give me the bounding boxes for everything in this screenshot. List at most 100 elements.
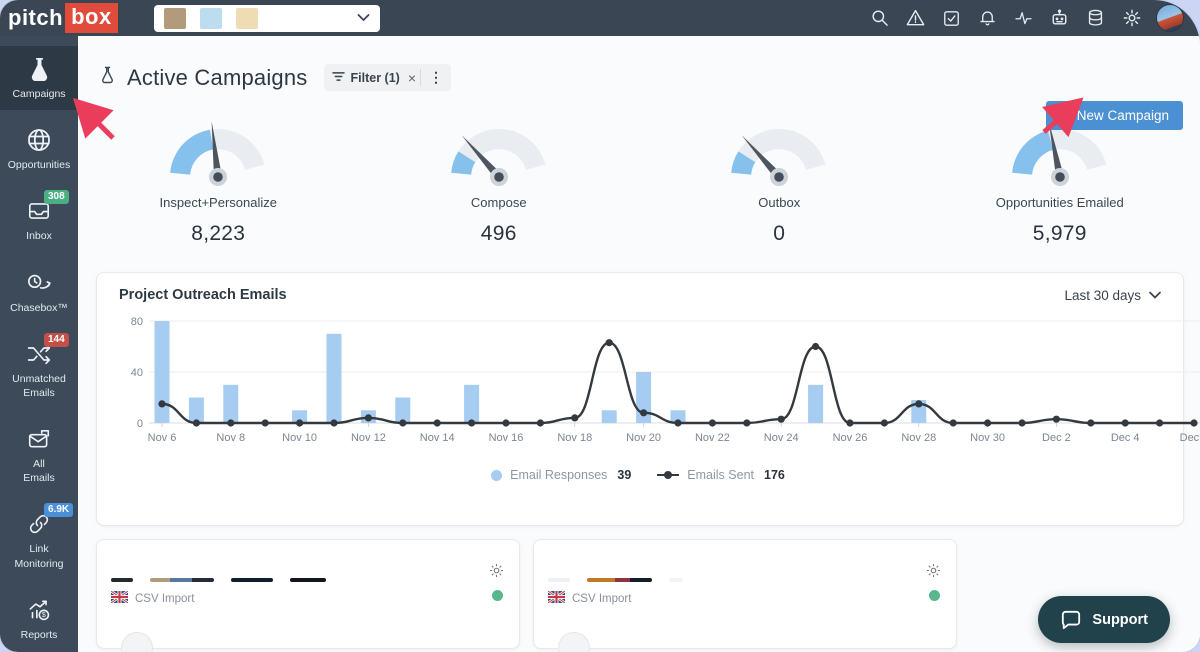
redacted-text-bar <box>231 578 273 582</box>
campaign-avatar-placeholder <box>558 632 590 652</box>
card-settings-gear-icon[interactable] <box>925 562 942 584</box>
sidebar-item-label: LinkMonitoring <box>14 542 63 570</box>
filter-chip: Filter (1) × ⋮ <box>324 64 452 91</box>
campaign-card[interactable]: CSV Import <box>96 539 520 649</box>
bell-icon[interactable] <box>977 8 998 29</box>
gauge-inspect-personalize: Inspect+Personalize 8,223 <box>78 113 359 246</box>
uk-flag-icon <box>548 591 565 606</box>
sidebar-item-reports[interactable]: $Reports <box>0 587 78 651</box>
chart-title: Project Outreach Emails <box>119 287 287 303</box>
gauge-label: Outbox <box>758 195 800 210</box>
checkbox-icon[interactable] <box>941 8 962 29</box>
gauge-label: Opportunities Emailed <box>996 195 1124 210</box>
new-campaign-button[interactable]: + New Campaign <box>1046 101 1183 130</box>
filter-clear-button[interactable]: × <box>408 70 420 86</box>
redacted-text-bar <box>111 578 133 582</box>
user-avatar[interactable] <box>1156 4 1184 32</box>
sidebar-item-campaigns[interactable]: Campaigns <box>0 46 78 110</box>
chevron-down-icon <box>1149 291 1161 299</box>
svg-text:Nov 28: Nov 28 <box>901 432 936 444</box>
campaign-avatar-placeholder <box>121 632 153 652</box>
gear-icon[interactable] <box>1121 8 1142 29</box>
gauge-value: 0 <box>773 222 785 246</box>
gauge-dial <box>714 113 844 189</box>
inbox-icon: 308 <box>24 197 54 225</box>
filter-icon <box>332 71 345 85</box>
redacted-segment <box>170 578 192 582</box>
date-range-label: Last 30 days <box>1064 288 1141 303</box>
chasebox-icon <box>24 269 54 297</box>
card-settings-gear-icon[interactable] <box>488 562 505 584</box>
svg-text:Nov 8: Nov 8 <box>216 432 245 444</box>
support-button[interactable]: Support <box>1038 596 1170 643</box>
redacted-segment <box>630 578 652 582</box>
bot-icon[interactable] <box>1049 8 1070 29</box>
gauges-row: Inspect+Personalize 8,223 Compose496 Outb… <box>78 113 1200 246</box>
pitchbox-logo: pitch box <box>8 3 118 33</box>
gauge-compose: Compose496 <box>359 113 640 246</box>
sidebar-item-label: Chasebox™ <box>10 301 68 315</box>
campaign-status-dot <box>492 590 503 601</box>
plus-icon: + <box>1060 105 1070 125</box>
redacted-segment <box>111 578 133 582</box>
workspace-selector[interactable] <box>154 5 380 32</box>
legend-line-marker <box>657 470 679 480</box>
main-content: Active Campaigns Filter (1) × ⋮ + New Ca… <box>78 36 1200 652</box>
gauge-outbox: Outbox 0 <box>639 113 920 246</box>
sidebar-item-unmatched-emails[interactable]: 144UnmatchedEmails <box>0 331 78 409</box>
gauge-label: Inspect+Personalize <box>160 195 277 210</box>
sidebar-item-link-monitoring[interactable]: 6.9K LinkMonitoring <box>0 501 78 579</box>
new-campaign-label: New Campaign <box>1077 108 1169 123</box>
redacted-text-bar <box>669 578 683 582</box>
redacted-segment <box>231 578 273 582</box>
svg-text:Nov 12: Nov 12 <box>351 432 386 444</box>
alert-triangle-icon[interactable] <box>905 8 926 29</box>
gauge-value: 8,223 <box>191 222 245 246</box>
sidebar-item-all-emails[interactable]: AllEmails <box>0 416 78 494</box>
badge-unmatched-emails: 144 <box>44 333 69 347</box>
legend-item-emails-sent[interactable]: Emails Sent 176 <box>657 468 785 482</box>
page-header: Active Campaigns Filter (1) × ⋮ <box>78 36 1200 91</box>
gauge-label: Compose <box>471 195 527 210</box>
legend-item-email-responses[interactable]: Email Responses 39 <box>491 468 631 482</box>
date-range-select[interactable]: Last 30 days <box>1064 288 1161 303</box>
logo-text-pitch: pitch <box>8 5 63 31</box>
legend-value: 39 <box>617 468 631 482</box>
sidebar-item-label: AllEmails <box>23 457 55 485</box>
legend-value: 176 <box>764 468 785 482</box>
svg-text:40: 40 <box>131 367 143 379</box>
gauge-dial <box>153 113 283 189</box>
svg-text:Nov 18: Nov 18 <box>557 432 592 444</box>
sidebar-item-chasebox[interactable]: Chasebox™ <box>0 260 78 324</box>
activity-icon[interactable] <box>1013 8 1034 29</box>
campaign-card[interactable]: CSV Import <box>533 539 957 649</box>
sidebar-item-opportunities[interactable]: Opportunities <box>0 117 78 181</box>
outreach-chart: 04080Nov 6Nov 8Nov 10Nov 12Nov 14Nov 16N… <box>111 313 1165 466</box>
filter-button[interactable]: Filter (1) <box>324 71 408 85</box>
legend-label: Email Responses <box>510 468 607 482</box>
app-window: pitch box Campaigns Opportunities 308 Inbox… <box>0 0 1200 652</box>
redacted-text-bar <box>150 578 214 582</box>
search-icon[interactable] <box>869 8 890 29</box>
svg-text:0: 0 <box>137 418 143 430</box>
redacted-segment <box>548 578 570 582</box>
logo-text-box: box <box>65 3 118 33</box>
more-options-button[interactable]: ⋮ <box>421 69 451 86</box>
sidebar-item-label: Inbox <box>26 229 52 243</box>
legend-label: Emails Sent <box>687 468 754 482</box>
campaign-status-dot <box>929 590 940 601</box>
topbar-icon-group <box>869 8 1142 29</box>
redacted-segment <box>150 578 170 582</box>
gauge-opportunities-emailed: Opportunities Emailed5,979 <box>920 113 1200 246</box>
database-icon[interactable] <box>1085 8 1106 29</box>
sidebar-item-label: Opportunities <box>8 158 70 172</box>
svg-text:Nov 10: Nov 10 <box>282 432 317 444</box>
svg-text:Dec 2: Dec 2 <box>1042 432 1071 444</box>
svg-text:Nov 22: Nov 22 <box>695 432 730 444</box>
outreach-chart-svg: 04080Nov 6Nov 8Nov 10Nov 12Nov 14Nov 16N… <box>111 313 1200 461</box>
chart-legend: Email Responses 39 Emails Sent 176 <box>111 468 1165 482</box>
badge-link-monitoring: 6.9K <box>44 503 73 517</box>
redacted-text-bar <box>290 578 326 582</box>
sidebar-item-inbox[interactable]: 308 Inbox <box>0 188 78 252</box>
svg-text:Nov 30: Nov 30 <box>970 432 1005 444</box>
